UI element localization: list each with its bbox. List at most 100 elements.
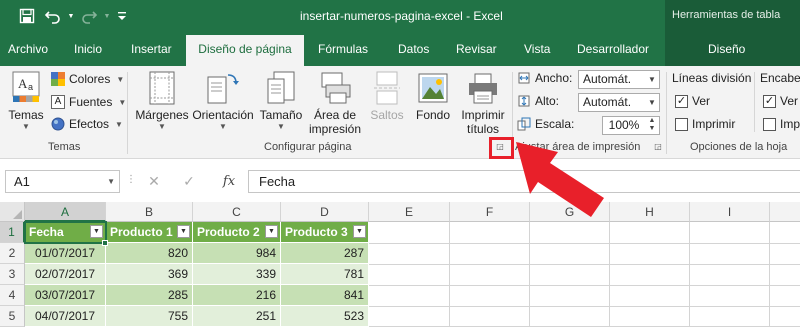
value-cell[interactable]: 755 (106, 306, 193, 327)
fonts-icon: A (51, 95, 65, 109)
encabezados-ver-checkbox-row[interactable]: ✓ Ver (763, 94, 798, 108)
redo-dropdown-icon[interactable]: ▼ (102, 6, 112, 26)
tab-formulas[interactable]: Fórmulas (318, 33, 368, 66)
width-icon (518, 72, 530, 84)
fill-handle[interactable] (102, 240, 108, 246)
tab-diseno-pagina[interactable]: Diseño de página (186, 35, 304, 66)
table-header-cell[interactable]: Producto 2 ▼ (193, 222, 281, 243)
column-header[interactable]: H (610, 202, 690, 222)
margenes-button[interactable]: Márgenes ▼ (133, 70, 191, 131)
margenes-label: Márgenes (135, 108, 189, 122)
lineas-imprimir-checkbox-row[interactable]: Imprimir (675, 117, 735, 131)
orientacion-label: Orientación (192, 108, 254, 122)
ancho-combobox[interactable]: Automát. ▼ (578, 70, 660, 89)
saltos-button[interactable]: Saltos (365, 70, 409, 122)
imprimir-titulos-button[interactable]: Imprimir títulos (456, 70, 510, 136)
empty-cells[interactable] (690, 222, 770, 327)
tab-desarrollador[interactable]: Desarrollador (577, 33, 649, 66)
select-all-button[interactable] (0, 202, 25, 222)
orientacion-button[interactable]: Orientación ▼ (192, 70, 254, 131)
encabezados-ver-checkbox[interactable]: ✓ (763, 94, 776, 108)
colores-label: Colores (69, 72, 111, 86)
chevron-down-icon[interactable]: ▼ (645, 71, 659, 88)
value-cell[interactable]: 781 (281, 264, 369, 285)
row-header[interactable]: 3 (0, 264, 25, 285)
empty-cells[interactable] (610, 222, 690, 327)
cancel-entry-icon[interactable]: ✕ (143, 170, 165, 193)
filter-dropdown-icon[interactable]: ▼ (177, 225, 190, 238)
value-cell[interactable]: 369 (106, 264, 193, 285)
date-cell[interactable]: 01/07/2017 (25, 243, 106, 264)
tab-insertar[interactable]: Insertar (131, 33, 172, 66)
date-cell[interactable]: 02/07/2017 (25, 264, 106, 285)
temas-button[interactable]: A a Temas ▼ (6, 70, 46, 131)
column-header[interactable]: A (25, 202, 106, 222)
encabezados-imprimir-checkbox[interactable] (763, 117, 776, 131)
row-header[interactable]: 4 (0, 285, 25, 306)
customize-qat-icon[interactable] (112, 6, 132, 26)
date-cell[interactable]: 03/07/2017 (25, 285, 106, 306)
value-cell[interactable]: 984 (193, 243, 281, 264)
lineas-ver-checkbox-row[interactable]: ✓ Ver (675, 94, 710, 108)
undo-icon[interactable] (40, 6, 66, 26)
value-cell[interactable]: 216 (193, 285, 281, 306)
spin-arrows-icon[interactable]: ▲ ▼ (645, 117, 659, 134)
efectos-button[interactable]: Efectos ▼ (51, 117, 123, 131)
tab-revisar[interactable]: Revisar (456, 33, 497, 66)
lineas-ver-checkbox[interactable]: ✓ (675, 94, 688, 108)
table-header-cell[interactable]: Producto 3 ▼ (281, 222, 369, 243)
empty-cells[interactable] (450, 222, 530, 327)
name-box[interactable]: A1 ▼ (5, 170, 120, 193)
encabezados-imprimir-checkbox-row[interactable]: Imp (763, 117, 800, 131)
empty-cells[interactable] (369, 222, 450, 327)
chevron-down-icon[interactable]: ▼ (107, 171, 115, 192)
alto-combobox[interactable]: Automát. ▼ (578, 93, 660, 112)
table-header-cell[interactable]: Producto 1 ▼ (106, 222, 193, 243)
empty-cells[interactable] (530, 222, 610, 327)
row-header[interactable]: 1 (0, 222, 25, 243)
ajustar-launcher-icon[interactable]: ◲ (653, 142, 663, 152)
value-cell[interactable]: 841 (281, 285, 369, 306)
value-cell[interactable]: 523 (281, 306, 369, 327)
fuentes-button[interactable]: A Fuentes ▼ (51, 95, 126, 109)
table-header-label: Producto 1 (110, 225, 173, 239)
tab-datos[interactable]: Datos (398, 33, 429, 66)
column-header[interactable]: E (369, 202, 450, 222)
date-cell[interactable]: 04/07/2017 (25, 306, 106, 327)
tab-vista[interactable]: Vista (524, 33, 550, 66)
redo-icon[interactable] (76, 6, 102, 26)
filter-dropdown-icon[interactable]: ▼ (265, 225, 278, 238)
column-header-partial[interactable] (770, 202, 800, 222)
filter-dropdown-icon[interactable]: ▼ (90, 225, 103, 238)
tab-archivo[interactable]: Archivo (8, 33, 48, 66)
tab-diseno[interactable]: Diseño (708, 33, 745, 66)
filter-dropdown-icon[interactable]: ▼ (353, 225, 366, 238)
value-cell[interactable]: 287 (281, 243, 369, 264)
colores-button[interactable]: Colores ▼ (51, 72, 124, 86)
value-cell[interactable]: 251 (193, 306, 281, 327)
value-cell[interactable]: 285 (106, 285, 193, 306)
column-header[interactable]: D (281, 202, 369, 222)
value-cell[interactable]: 339 (193, 264, 281, 285)
value-cell[interactable]: 820 (106, 243, 193, 264)
temas-label: Temas (8, 108, 44, 122)
lineas-imprimir-checkbox[interactable] (675, 117, 688, 131)
save-icon[interactable] (14, 6, 40, 26)
confirm-entry-icon[interactable]: ✓ (178, 170, 200, 193)
column-header[interactable]: C (193, 202, 281, 222)
tamano-button[interactable]: Tamaño ▼ (256, 70, 306, 131)
tab-inicio[interactable]: Inicio (74, 33, 102, 66)
table-header-cell[interactable]: Fecha ▼ (25, 222, 106, 243)
page-breaks-icon (369, 70, 405, 106)
empty-cells[interactable] (770, 222, 800, 327)
column-header[interactable]: I (690, 202, 770, 222)
column-header[interactable]: B (106, 202, 193, 222)
row-header[interactable]: 5 (0, 306, 25, 327)
insert-function-button[interactable]: fx (216, 170, 242, 193)
fondo-button[interactable]: Fondo (413, 70, 453, 122)
area-impresion-button[interactable]: Área de impresión (308, 70, 362, 136)
chevron-down-icon[interactable]: ▼ (645, 94, 659, 111)
row-header[interactable]: 2 (0, 243, 25, 264)
formula-bar-grip-icon[interactable]: ⋮ (126, 174, 136, 185)
undo-dropdown-icon[interactable]: ▼ (66, 6, 76, 26)
